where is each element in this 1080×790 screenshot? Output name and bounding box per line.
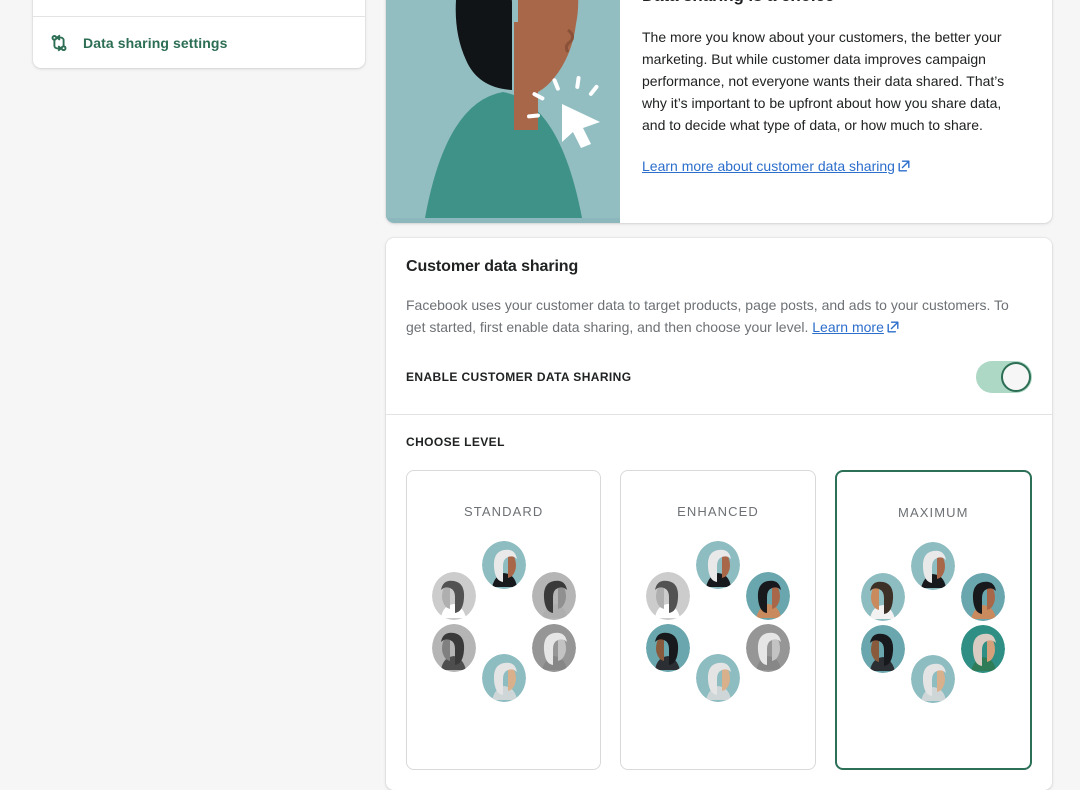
avatar [481, 541, 526, 589]
level-options: STANDARD ENHANCED MAXIMUM [406, 470, 1032, 790]
avatar [961, 573, 1006, 621]
external-link-icon [887, 317, 899, 339]
sidebar-item-data-sharing-settings[interactable]: Data sharing settings [33, 16, 365, 68]
level-option-standard[interactable]: STANDARD [406, 470, 602, 770]
learn-more-customer-data-sharing-link[interactable]: Learn more about customer data sharing [642, 158, 910, 174]
avatar [695, 541, 740, 589]
customer-data-sharing-top: Customer data sharing Facebook uses your… [386, 238, 1052, 414]
avatar-ring-enhanced [643, 541, 793, 702]
link-label: Learn more [812, 319, 884, 335]
enable-customer-data-sharing-row: ENABLE CUSTOMER DATA SHARING [406, 361, 1032, 414]
avatar [431, 624, 476, 672]
avatar [745, 624, 790, 672]
level-option-maximum[interactable]: MAXIMUM [834, 470, 1032, 770]
link-label: Learn more about customer data sharing [642, 158, 895, 174]
sidebar-item-commerce-settings[interactable]: Commerce settings [33, 0, 365, 16]
avatar [531, 572, 576, 620]
avatar [431, 572, 476, 620]
section-description: Facebook uses your customer data to targ… [406, 294, 1032, 339]
avatar-ring-standard [429, 541, 579, 702]
enable-customer-data-sharing-label: ENABLE CUSTOMER DATA SHARING [406, 370, 632, 384]
banner-body: Data sharing is a choice The more you kn… [620, 0, 1052, 223]
section-title: Customer data sharing [406, 258, 579, 275]
avatar [861, 625, 906, 673]
avatar [861, 573, 906, 621]
enable-customer-data-sharing-toggle[interactable] [976, 361, 1032, 393]
avatar [645, 572, 690, 620]
customer-data-sharing-card: Customer data sharing Facebook uses your… [386, 238, 1052, 790]
data-sharing-icon [49, 33, 69, 53]
avatar [745, 572, 790, 620]
section-description-text: Facebook uses your customer data to targ… [406, 297, 1009, 335]
level-name: ENHANCED [677, 504, 759, 519]
level-name: MAXIMUM [898, 505, 969, 520]
settings-sidebar: Commerce settings Data sharing settings [33, 0, 365, 68]
banner-description: The more you know about your customers, … [642, 29, 1005, 133]
choose-level-label: CHOOSE LEVEL [406, 435, 505, 449]
level-option-enhanced[interactable]: ENHANCED [620, 470, 816, 770]
woman-profile-illustration [386, 0, 620, 223]
page-root: Commerce settings Data sharing settings [0, 0, 1080, 790]
avatar [911, 542, 956, 590]
avatar-ring-maximum [858, 542, 1008, 703]
data-sharing-banner-card: Data sharing is a choice The more you kn… [386, 0, 1052, 223]
level-name: STANDARD [463, 504, 544, 519]
avatar [911, 655, 956, 703]
choose-level-section: CHOOSE LEVEL STANDARD ENHANCED MAXIMUM [386, 415, 1052, 790]
sidebar-item-label: Data sharing settings [83, 34, 228, 51]
avatar [961, 625, 1006, 673]
toggle-knob [1001, 362, 1031, 392]
avatar [695, 654, 740, 702]
banner-title: Data sharing is a choice [642, 0, 1028, 6]
learn-more-link[interactable]: Learn more [812, 319, 899, 335]
avatar [531, 624, 576, 672]
avatar [645, 624, 690, 672]
avatar [481, 654, 526, 702]
external-link-icon [898, 159, 910, 175]
